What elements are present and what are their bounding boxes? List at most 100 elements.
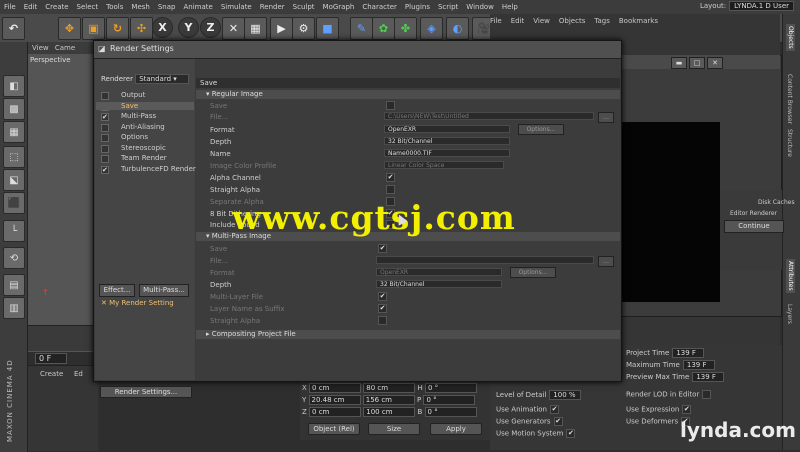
om-menu-file[interactable]: File <box>490 17 502 25</box>
lock-icon[interactable]: ▥ <box>3 297 25 319</box>
tree-item-output[interactable]: Output <box>121 91 145 99</box>
subdivision-icon[interactable]: ✿ <box>372 17 395 40</box>
om-menu-objects[interactable]: Objects <box>559 17 585 25</box>
tab-content-browser[interactable]: Content Browser <box>786 74 793 124</box>
close-icon[interactable]: ✕ <box>707 57 723 69</box>
tree-checkbox-turbulencefd-render[interactable]: ✔ <box>101 165 109 174</box>
layout-selector[interactable]: Layout: LYNDA.1 D User <box>700 1 794 11</box>
regular-image-section[interactable]: ▾ Regular Image <box>196 90 620 99</box>
menu-item-window[interactable]: Window <box>462 0 498 14</box>
multi-pass-button[interactable]: Multi-Pass... <box>139 284 189 297</box>
preview-max-field[interactable]: 139 F <box>692 372 725 382</box>
array-icon[interactable]: ✤ <box>394 17 417 40</box>
rot-b-field[interactable]: 0 ° <box>424 407 477 417</box>
cube-icon[interactable]: ■ <box>316 17 339 40</box>
scale-icon[interactable]: ▣ <box>82 17 105 40</box>
menu-item-sculpt[interactable]: Sculpt <box>289 0 319 14</box>
grid-icon[interactable]: ▤ <box>3 274 25 296</box>
save-checkbox[interactable] <box>386 101 395 110</box>
viewport[interactable] <box>28 42 98 352</box>
timeline[interactable]: 0 F <box>28 325 98 364</box>
use-motion-checkbox[interactable]: ✔ <box>566 429 576 438</box>
rot-p-field[interactable]: 0 ° <box>423 395 476 405</box>
name-dropdown[interactable]: Name0000.TIF <box>384 149 510 157</box>
size-y-field[interactable]: 156 cm <box>362 395 415 405</box>
menu-item-render[interactable]: Render <box>256 0 289 14</box>
mp-depth-dropdown[interactable]: 32 Bit/Channel <box>376 280 502 288</box>
tree-checkbox-output[interactable] <box>101 92 109 100</box>
menu-item-script[interactable]: Script <box>434 0 462 14</box>
mp-file-field[interactable] <box>376 256 594 264</box>
dialog-titlebar[interactable]: ◪ Render Settings <box>94 41 621 59</box>
mp-file-browse-button[interactable]: … <box>598 256 614 267</box>
tree-item-multi-pass[interactable]: Multi-Pass <box>121 112 156 120</box>
om-menu-view[interactable]: View <box>533 17 550 25</box>
menu-item-create[interactable]: Create <box>41 0 72 14</box>
undo-icon[interactable]: ↶ <box>2 17 25 40</box>
tab-objects[interactable]: Objects <box>786 24 795 51</box>
layer-name-checkbox[interactable]: ✔ <box>378 304 387 313</box>
pen-icon[interactable]: ✎ <box>350 17 373 40</box>
renderer-dropdown[interactable]: Standard ▾ <box>135 74 190 84</box>
use-expression-checkbox[interactable]: ✔ <box>682 405 692 414</box>
render-settings-button[interactable]: Render Settings... <box>100 386 192 398</box>
tree-checkbox-anti-aliasing[interactable] <box>101 123 109 132</box>
size-mode-dropdown[interactable]: Size <box>368 423 420 435</box>
pos-y-field[interactable]: 20.48 cm <box>308 395 361 405</box>
tree-item-options[interactable]: Options <box>121 133 148 141</box>
mp-format-dropdown[interactable]: OpenEXR <box>376 268 502 276</box>
tree-item-stereoscopic[interactable]: Stereoscopic <box>121 144 166 152</box>
maximize-icon[interactable]: □ <box>689 57 705 69</box>
menu-item-animate[interactable]: Animate <box>179 0 216 14</box>
use-generators-checkbox[interactable]: ✔ <box>553 417 563 426</box>
pos-x-field[interactable]: 0 cm <box>309 383 362 393</box>
options-button[interactable]: Options... <box>518 124 564 135</box>
model-mode-icon[interactable]: ◧ <box>3 75 25 97</box>
move-icon[interactable]: ✥ <box>58 17 81 40</box>
render-view-icon[interactable]: ▶ <box>270 17 293 40</box>
edges-mode-icon[interactable]: ⬕ <box>3 169 25 191</box>
multi-layer-checkbox[interactable]: ✔ <box>378 292 387 301</box>
tree-checkbox-options[interactable] <box>101 134 109 142</box>
menu-item-select[interactable]: Select <box>73 0 103 14</box>
clapper-icon[interactable]: ▦ <box>244 17 267 40</box>
compositing-section[interactable]: ▸ Compositing Project File <box>196 330 620 339</box>
continue-button[interactable]: Continue <box>724 220 784 233</box>
menu-item-character[interactable]: Character <box>358 0 401 14</box>
coord-mode-dropdown[interactable]: Object (Rel) <box>308 423 360 435</box>
menu-item-snap[interactable]: Snap <box>154 0 180 14</box>
world-coord-icon[interactable]: ✕ <box>222 17 245 40</box>
polygons-mode-icon[interactable]: ⬛ <box>3 192 25 214</box>
mp-straight-alpha-checkbox[interactable] <box>378 316 387 325</box>
material-menu-create[interactable]: Create <box>40 370 63 378</box>
render-lod-checkbox[interactable] <box>702 390 712 399</box>
axis-icon[interactable]: └ <box>3 220 25 242</box>
y-axis-icon[interactable]: Y <box>178 17 199 38</box>
mp-save-checkbox[interactable]: ✔ <box>378 244 387 253</box>
depth-dropdown[interactable]: 32 Bit/Channel <box>384 137 510 145</box>
tree-checkbox-stereoscopic[interactable] <box>101 144 109 153</box>
om-menu-edit[interactable]: Edit <box>511 17 525 25</box>
use-animation-checkbox[interactable]: ✔ <box>550 405 559 414</box>
size-z-field[interactable]: 100 cm <box>363 407 416 417</box>
viewport-menu-cameras[interactable]: Came <box>55 44 75 52</box>
layout-value[interactable]: LYNDA.1 D User <box>729 1 794 11</box>
alpha-channel-checkbox[interactable]: ✔ <box>386 173 395 182</box>
menu-item-tools[interactable]: Tools <box>102 0 127 14</box>
menu-item-file[interactable]: File <box>0 0 20 14</box>
rotate-icon[interactable]: ↻ <box>106 17 129 40</box>
menu-item-mograph[interactable]: MoGraph <box>319 0 359 14</box>
tree-item-turbulencefd-render[interactable]: TurbulenceFD Render <box>121 165 196 173</box>
tab-attributes[interactable]: Attributes <box>786 259 795 293</box>
deformer-icon[interactable]: ◈ <box>420 17 443 40</box>
pointer-icon[interactable]: ✣ <box>130 17 153 40</box>
menu-item-help[interactable]: Help <box>498 0 522 14</box>
frame-field[interactable]: 0 F <box>32 353 67 364</box>
tree-checkbox-multi-pass[interactable]: ✔ <box>101 113 109 121</box>
workplane-icon[interactable]: ▦ <box>3 121 25 143</box>
project-time-field[interactable]: 139 F <box>672 348 705 358</box>
tab-structure[interactable]: Structure <box>786 129 793 157</box>
tree-item-save[interactable]: Save <box>96 101 194 110</box>
viewport-menu-view[interactable]: View <box>32 44 49 52</box>
tree-item-anti-aliasing[interactable]: Anti-Aliasing <box>121 123 165 131</box>
